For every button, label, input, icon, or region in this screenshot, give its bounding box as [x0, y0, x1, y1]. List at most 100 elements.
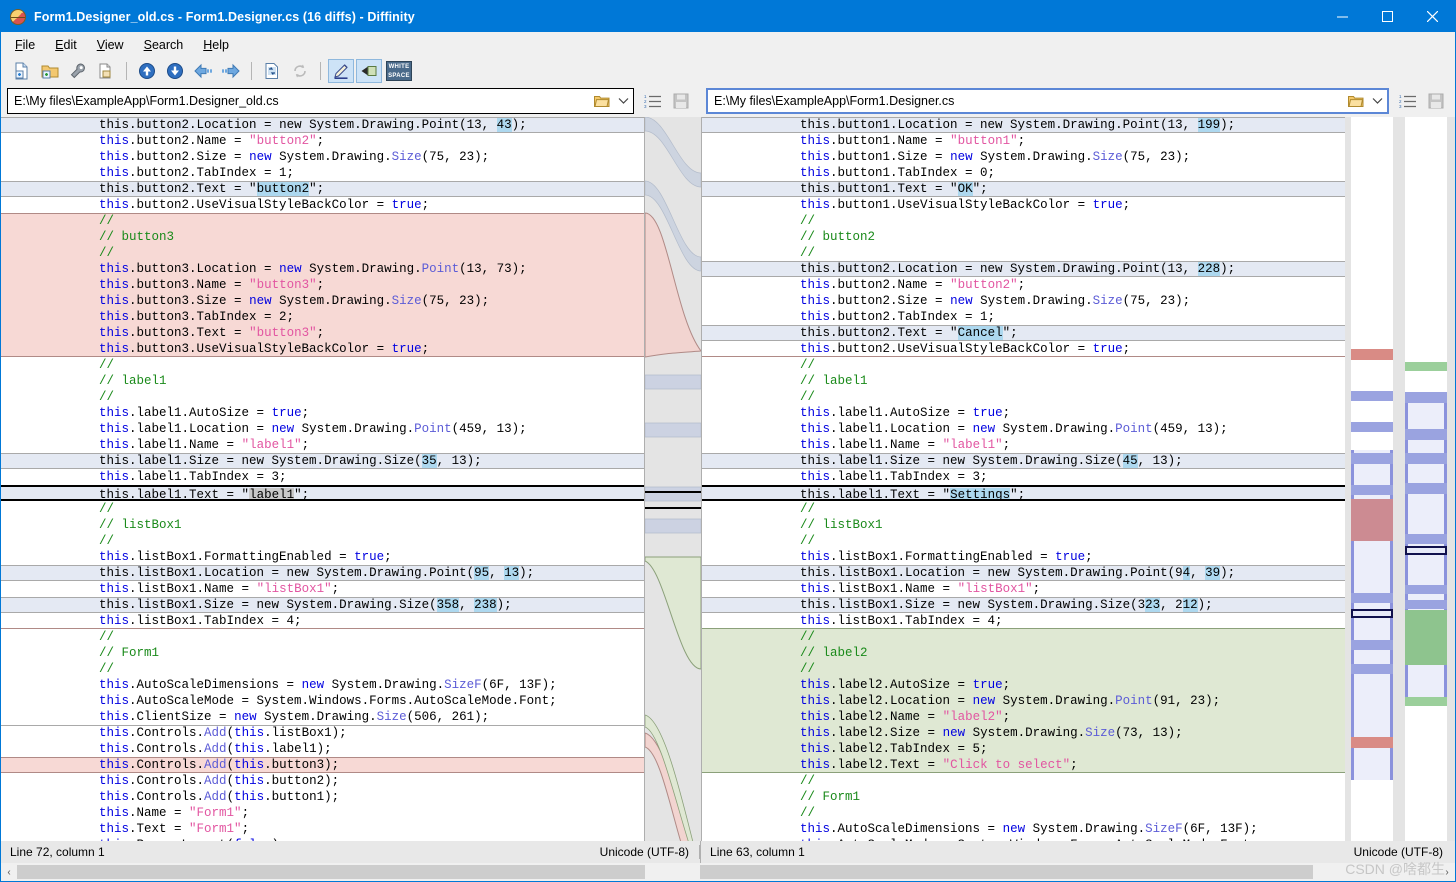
- menu-edit[interactable]: Edit: [45, 35, 87, 55]
- code-line[interactable]: this.button1.TabIndex = 0;: [702, 165, 1345, 181]
- new-folder-compare-button[interactable]: [37, 59, 63, 83]
- code-line[interactable]: this.AutoScaleDimensions = new System.Dr…: [702, 821, 1345, 837]
- code-line[interactable]: this.Controls.Add(this.label1);: [1, 741, 644, 757]
- code-line[interactable]: this.Controls.Add(this.listBox1);: [1, 725, 644, 741]
- left-line-numbers-icon[interactable]: 1 2 3: [642, 90, 664, 112]
- right-browse-folder-icon[interactable]: [1345, 94, 1367, 108]
- left-scroll-thumb[interactable]: [17, 865, 645, 879]
- code-line[interactable]: this.ResumeLayout(false);: [1, 837, 644, 841]
- code-line[interactable]: this.listBox1.Location = new System.Draw…: [1, 565, 644, 581]
- minimap-diff-marker[interactable]: [1405, 585, 1447, 594]
- code-line[interactable]: this.button1.UseVisualStyleBackColor = t…: [702, 197, 1345, 213]
- code-line[interactable]: // label1: [702, 373, 1345, 389]
- code-line[interactable]: this.label1.TabIndex = 3;: [702, 469, 1345, 485]
- code-line[interactable]: //: [1, 629, 644, 645]
- code-line[interactable]: this.button2.Size = new System.Drawing.S…: [702, 293, 1345, 309]
- minimap-diff-marker[interactable]: [1405, 534, 1447, 544]
- code-line[interactable]: //: [1, 661, 644, 677]
- left-browse-folder-icon[interactable]: [591, 94, 613, 108]
- minimap-diff-marker[interactable]: [1351, 737, 1393, 748]
- code-line[interactable]: this.listBox1.Name = "listBox1";: [1, 581, 644, 597]
- code-line[interactable]: //: [702, 501, 1345, 517]
- left-path-input[interactable]: E:\My files\ExampleApp\Form1.Designer_ol…: [8, 94, 591, 108]
- menu-search[interactable]: Search: [134, 35, 194, 55]
- code-line[interactable]: this.label2.Size = new System.Drawing.Si…: [702, 725, 1345, 741]
- code-line[interactable]: this.button1.Text = "OK";: [702, 181, 1345, 197]
- previous-diff-button[interactable]: [134, 59, 160, 83]
- code-line[interactable]: this.button2.Location = new System.Drawi…: [1, 117, 644, 133]
- menu-file[interactable]: File: [5, 35, 45, 55]
- code-line[interactable]: this.AutoScaleDimensions = new System.Dr…: [1, 677, 644, 693]
- code-line[interactable]: this.listBox1.Size = new System.Drawing.…: [1, 597, 644, 613]
- left-minimap[interactable]: [1351, 117, 1393, 841]
- code-line[interactable]: this.button1.Location = new System.Drawi…: [702, 117, 1345, 133]
- code-line[interactable]: this.listBox1.Size = new System.Drawing.…: [702, 597, 1345, 613]
- options-wrench-button[interactable]: [65, 59, 91, 83]
- code-line[interactable]: this.button3.Location = new System.Drawi…: [1, 261, 644, 277]
- code-line[interactable]: //: [1, 533, 644, 549]
- next-diff-button[interactable]: [162, 59, 188, 83]
- code-line[interactable]: // label2: [702, 645, 1345, 661]
- minimap-diff-marker[interactable]: [1351, 640, 1393, 650]
- code-line[interactable]: this.Name = "Form1";: [1, 805, 644, 821]
- minimap-diff-marker[interactable]: [1351, 499, 1393, 541]
- right-line-numbers-icon[interactable]: 1 2 3: [1397, 90, 1419, 112]
- right-scroll-thumb[interactable]: [700, 865, 1313, 879]
- code-line[interactable]: //: [702, 245, 1345, 261]
- code-line[interactable]: this.button3.TabIndex = 2;: [1, 309, 644, 325]
- code-line[interactable]: //: [702, 533, 1345, 549]
- code-line[interactable]: this.button2.Text = "Cancel";: [702, 325, 1345, 341]
- left-save-icon[interactable]: [670, 90, 692, 112]
- code-line[interactable]: this.button2.Location = new System.Drawi…: [702, 261, 1345, 277]
- code-line[interactable]: //: [702, 773, 1345, 789]
- minimap-diff-marker[interactable]: [1405, 392, 1447, 403]
- code-line[interactable]: this.label1.AutoSize = true;: [702, 405, 1345, 421]
- code-line[interactable]: this.label2.Text = "Click to select";: [702, 757, 1345, 773]
- code-line[interactable]: this.button2.Name = "button2";: [1, 133, 644, 149]
- code-line[interactable]: this.button1.Name = "button1";: [702, 133, 1345, 149]
- left-code-lines[interactable]: this.button2.Location = new System.Drawi…: [1, 117, 644, 841]
- menu-view[interactable]: View: [87, 35, 134, 55]
- code-line[interactable]: // button3: [1, 229, 644, 245]
- copy-to-button[interactable]: [93, 59, 119, 83]
- minimap-diff-marker[interactable]: [1405, 483, 1447, 494]
- minimap-diff-marker[interactable]: [1351, 349, 1393, 360]
- left-code-pane[interactable]: this.button2.Location = new System.Drawi…: [1, 117, 645, 841]
- code-line[interactable]: this.button2.Size = new System.Drawing.S…: [1, 149, 644, 165]
- code-line[interactable]: //: [702, 629, 1345, 645]
- new-file-compare-button[interactable]: [9, 59, 35, 83]
- right-scroll-track[interactable]: [700, 865, 1439, 879]
- code-line[interactable]: this.label1.Name = "label1";: [702, 437, 1345, 453]
- left-hscrollbar[interactable]: ‹: [1, 863, 700, 881]
- minimap-diff-marker[interactable]: [1351, 485, 1393, 495]
- minimap-diff-marker[interactable]: [1351, 391, 1393, 401]
- right-hscrollbar[interactable]: ›: [700, 863, 1455, 881]
- code-line[interactable]: this.listBox1.Name = "listBox1";: [702, 581, 1345, 597]
- minimap-diff-marker[interactable]: [1351, 593, 1393, 603]
- code-line[interactable]: this.Text = "Form1";: [1, 821, 644, 837]
- whitespace-button[interactable]: WHITE SPACE: [384, 59, 414, 83]
- menu-help[interactable]: Help: [193, 35, 239, 55]
- code-line[interactable]: this.listBox1.TabIndex = 4;: [1, 613, 644, 629]
- code-line[interactable]: this.button1.Size = new System.Drawing.S…: [702, 149, 1345, 165]
- refresh-button[interactable]: [287, 59, 313, 83]
- right-scroll-right-arrow-icon[interactable]: ›: [1439, 864, 1455, 880]
- code-line[interactable]: // button2: [702, 229, 1345, 245]
- code-line[interactable]: this.label2.Name = "label2";: [702, 709, 1345, 725]
- code-line[interactable]: this.label2.TabIndex = 5;: [702, 741, 1345, 757]
- minimap-diff-marker[interactable]: [1405, 600, 1447, 609]
- minimap-diff-marker[interactable]: [1405, 362, 1447, 371]
- minimap-diff-marker[interactable]: [1405, 429, 1447, 440]
- minimap-diff-marker[interactable]: [1351, 453, 1393, 464]
- filter-button[interactable]: [356, 59, 382, 83]
- code-line[interactable]: this.label1.Text = "label1";: [1, 485, 644, 501]
- code-line[interactable]: //: [702, 805, 1345, 821]
- left-path-dropdown-chevron-icon[interactable]: [613, 97, 633, 105]
- left-scroll-track[interactable]: [17, 865, 700, 879]
- code-line[interactable]: this.button2.TabIndex = 1;: [702, 309, 1345, 325]
- code-line[interactable]: this.listBox1.TabIndex = 4;: [702, 613, 1345, 629]
- code-line[interactable]: // listBox1: [1, 517, 644, 533]
- code-line[interactable]: this.button3.Size = new System.Drawing.S…: [1, 293, 644, 309]
- right-code-pane[interactable]: this.button1.Location = new System.Drawi…: [701, 117, 1345, 841]
- code-line[interactable]: this.label1.Text = "Settings";: [702, 485, 1345, 501]
